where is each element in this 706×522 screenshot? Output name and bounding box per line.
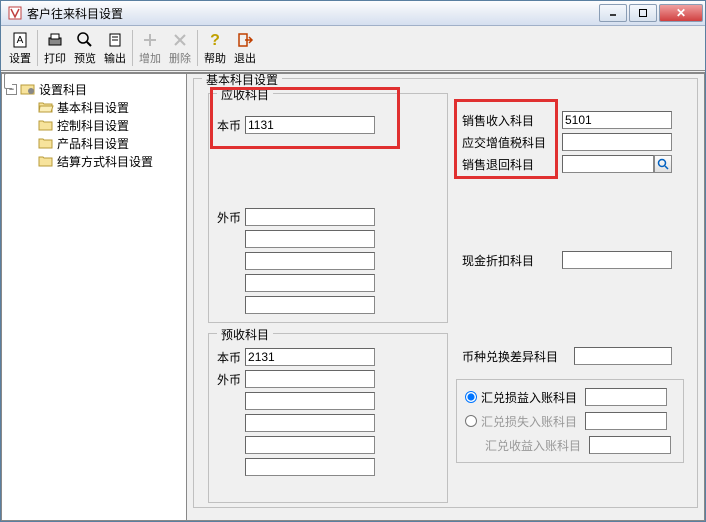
tree: − 设置科目 基本科目设置 控制科目设置 <box>2 74 186 176</box>
pr-foreign-input-4[interactable] <box>245 436 375 454</box>
ar-foreign-input-1[interactable] <box>245 208 375 226</box>
pr-local-label: 本币 <box>217 349 241 366</box>
sales-return-input[interactable] <box>562 155 654 173</box>
settings-button[interactable]: A 设置 <box>5 28 35 68</box>
svg-text:?: ? <box>210 32 220 49</box>
print-button[interactable]: 打印 <box>40 28 70 68</box>
fx-gainloss-radio[interactable] <box>465 391 477 403</box>
tree-root-label: 设置科目 <box>39 81 87 98</box>
cash-discount-label: 现金折扣科目 <box>462 252 558 269</box>
sales-return-label: 销售退回科目 <box>462 156 558 173</box>
ar-foreign-label: 外币 <box>217 209 241 226</box>
cash-discount-input[interactable] <box>562 251 672 269</box>
folder-icon <box>38 118 54 132</box>
tree-children: 基本科目设置 控制科目设置 产品科目设置 <box>6 98 182 170</box>
folder-open-icon <box>38 100 54 114</box>
delete-icon <box>171 31 189 49</box>
tree-item-label: 产品科目设置 <box>57 135 129 152</box>
help-icon: ? <box>206 31 224 49</box>
tree-item-control[interactable]: 控制科目设置 <box>24 116 182 134</box>
sales-income-label: 销售收入科目 <box>462 112 558 129</box>
settings-icon: A <box>11 31 29 49</box>
pr-foreign-input-1[interactable] <box>245 370 375 388</box>
ar-local-input[interactable] <box>245 116 375 134</box>
fx-gainloss-input[interactable] <box>585 388 667 406</box>
fx-gain-label: 汇兑收益入账科目 <box>485 437 581 454</box>
content-panel: 基本科目设置 应收科目 本币 外币 预收科 <box>187 72 705 521</box>
ar-foreign-input-5[interactable] <box>245 296 375 314</box>
toolbar-separator <box>37 30 38 66</box>
exit-icon <box>236 31 254 49</box>
tree-root[interactable]: − 设置科目 <box>6 80 182 98</box>
tree-item-label: 基本科目设置 <box>57 99 129 116</box>
tree-item-settlement[interactable]: 结算方式科目设置 <box>24 152 182 170</box>
pr-foreign-input-2[interactable] <box>245 392 375 410</box>
body-area: − 设置科目 基本科目设置 控制科目设置 <box>1 72 705 521</box>
close-button[interactable]: ✕ <box>659 4 703 22</box>
delete-button[interactable]: 删除 <box>165 28 195 68</box>
ar-local-label: 本币 <box>217 117 241 134</box>
toolbar-separator <box>197 30 198 66</box>
fx-loss-input[interactable] <box>585 412 667 430</box>
pr-local-input[interactable] <box>245 348 375 366</box>
group-basic-settings: 基本科目设置 应收科目 本币 外币 预收科 <box>193 78 698 508</box>
fx-radio-group: 汇兑损益入账科目 汇兑损失入账科目 汇兑收益入账科目 <box>456 379 684 463</box>
titlebar: 客户往来科目设置 ✕ <box>1 1 705 26</box>
window-title: 客户往来科目设置 <box>27 5 599 22</box>
fx-gainloss-label: 汇兑损益入账科目 <box>481 389 577 406</box>
fx-gain-input[interactable] <box>589 436 671 454</box>
ar-foreign-input-3[interactable] <box>245 252 375 270</box>
fx-diff-input[interactable] <box>574 347 672 365</box>
group-ar: 应收科目 本币 外币 <box>208 93 448 323</box>
help-button[interactable]: ? 帮助 <box>200 28 230 68</box>
app-window: 客户往来科目设置 ✕ A 设置 打印 预览 输出 增加 <box>0 0 706 522</box>
exit-button[interactable]: 退出 <box>230 28 260 68</box>
lookup-button[interactable] <box>654 155 672 173</box>
tree-panel: − 设置科目 基本科目设置 控制科目设置 <box>1 72 187 521</box>
print-icon <box>46 31 64 49</box>
add-icon <box>141 31 159 49</box>
group-ar-title: 应收科目 <box>217 86 273 103</box>
fx-diff-label: 币种兑换差异科目 <box>462 348 570 365</box>
pr-foreign-label: 外币 <box>217 371 241 388</box>
minimize-button[interactable] <box>599 4 627 22</box>
preview-icon <box>76 31 94 49</box>
folder-icon <box>38 136 54 150</box>
add-button[interactable]: 增加 <box>135 28 165 68</box>
export-icon <box>106 31 124 49</box>
tree-item-product[interactable]: 产品科目设置 <box>24 134 182 152</box>
preview-button[interactable]: 预览 <box>70 28 100 68</box>
toolbar-separator <box>132 30 133 66</box>
pr-foreign-input-5[interactable] <box>245 458 375 476</box>
folder-icon <box>38 154 54 168</box>
sales-income-input[interactable] <box>562 111 672 129</box>
group-pr-title: 预收科目 <box>217 326 273 343</box>
tree-item-label: 控制科目设置 <box>57 117 129 134</box>
svg-text:A: A <box>17 35 24 46</box>
ar-foreign-input-4[interactable] <box>245 274 375 292</box>
ar-foreign-input-2[interactable] <box>245 230 375 248</box>
window-buttons: ✕ <box>599 4 703 22</box>
fx-loss-label: 汇兑损失入账科目 <box>481 413 577 430</box>
folder-wrench-icon <box>20 82 36 96</box>
app-icon <box>7 5 23 21</box>
fx-loss-radio[interactable] <box>465 415 477 427</box>
tree-item-label: 结算方式科目设置 <box>57 153 153 170</box>
toolbar: A 设置 打印 预览 输出 增加 删除 ? 帮助 <box>1 26 705 71</box>
group-pr: 预收科目 本币 外币 <box>208 333 448 503</box>
tree-tab[interactable] <box>4 73 12 89</box>
vat-label: 应交增值税科目 <box>462 134 558 151</box>
export-button[interactable]: 输出 <box>100 28 130 68</box>
tree-item-basic[interactable]: 基本科目设置 <box>24 98 182 116</box>
vat-input[interactable] <box>562 133 672 151</box>
pr-foreign-input-3[interactable] <box>245 414 375 432</box>
maximize-button[interactable] <box>629 4 657 22</box>
